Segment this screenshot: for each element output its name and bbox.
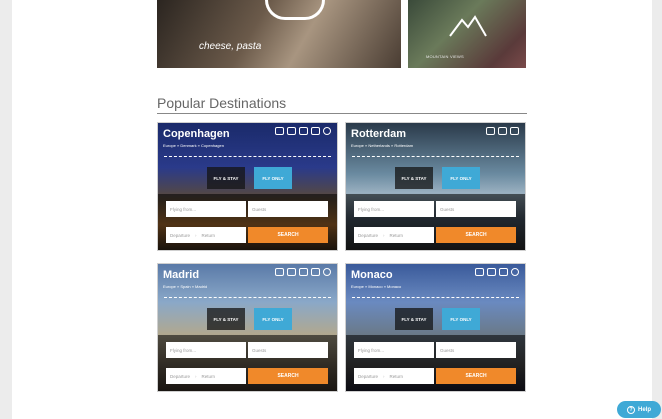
destination-card-rotterdam: Rotterdam Europe » Netherlands » Rotterd… [345,122,526,251]
mountain-icon [449,15,487,37]
plane-icon [475,268,484,276]
flying-from-input[interactable]: Flying from... [166,342,246,358]
mountain-banner[interactable]: MOUNTAIN VIEWS [408,0,526,68]
dates-field[interactable]: Departure › Return [166,227,246,243]
chevron-right-icon: › [383,373,385,379]
hotel-icon [287,268,296,276]
search-button[interactable]: SEARCH [436,368,516,384]
hotel-icon [487,268,496,276]
guests-input[interactable]: Guests [436,342,516,358]
destination-city[interactable]: Madrid [163,269,199,281]
dotted-divider [352,156,519,157]
departure-label: Departure [170,232,191,238]
destination-card-copenhagen: Copenhagen Europe » Denmark » Copenhagen… [157,122,338,251]
guests-input[interactable]: Guests [248,201,328,217]
weather-icon [323,127,331,135]
dates-field[interactable]: Departure › Return [354,227,434,243]
tab-fly-stay[interactable]: FLY & STAY [395,308,433,330]
guests-input[interactable]: Guests [248,342,328,358]
departure-label: Departure [170,373,191,379]
plane-icon [275,268,284,276]
tab-fly-only[interactable]: FLY ONLY [254,167,292,189]
search-button[interactable]: SEARCH [248,368,328,384]
mountain-banner-caption: MOUNTAIN VIEWS [426,54,464,59]
dates-field[interactable]: Departure › Return [166,368,246,384]
tab-fly-stay[interactable]: FLY & STAY [395,167,433,189]
tab-fly-only[interactable]: FLY ONLY [254,308,292,330]
dotted-divider [164,156,331,157]
search-button[interactable]: SEARCH [248,227,328,243]
plane-icon [486,127,495,135]
help-button[interactable]: ? Help [617,401,661,418]
destination-city[interactable]: Monaco [351,269,393,281]
return-label: Return [389,232,404,238]
food-banner-caption: cheese, pasta [199,41,262,52]
destination-breadcrumb: Europe » Spain » Madrid [163,284,208,289]
flying-from-input[interactable]: Flying from... [354,201,434,217]
dotted-divider [164,297,331,298]
chevron-right-icon: › [383,232,385,238]
tab-fly-stay[interactable]: FLY & STAY [207,308,245,330]
departure-label: Departure [358,232,379,238]
search-button[interactable]: SEARCH [436,227,516,243]
destination-card-madrid: Madrid Europe » Spain » Madrid FLY & STA… [157,263,338,392]
page: cheese, pasta MOUNTAIN VIEWS Popular Des… [12,0,652,419]
flying-from-input[interactable]: Flying from... [354,342,434,358]
city-icon [299,127,308,135]
weather-icon [511,268,519,276]
help-label: Help [637,406,651,413]
plane-icon [275,127,284,135]
destination-breadcrumb: Europe » Denmark » Copenhagen [163,143,224,148]
destination-breadcrumb: Europe » Netherlands » Rotterdam [351,143,414,148]
feature-icons [275,127,331,135]
hotel-icon [287,127,296,135]
weather-icon [323,268,331,276]
city-icon [510,127,519,135]
tab-fly-stay[interactable]: FLY & STAY [207,167,245,189]
section-title: Popular Destinations [157,95,287,111]
hotel-icon [498,127,507,135]
bag-icon [311,268,320,276]
destination-breadcrumb: Europe » Monaco » Monaco [351,284,402,289]
plate-icon [265,0,325,20]
flying-from-input[interactable]: Flying from... [166,201,246,217]
chevron-right-icon: › [195,232,197,238]
destination-city[interactable]: Rotterdam [351,128,406,140]
tab-fly-only[interactable]: FLY ONLY [442,308,480,330]
destination-card-monaco: Monaco Europe » Monaco » Monaco FLY & ST… [345,263,526,392]
city-icon [299,268,308,276]
departure-label: Departure [358,373,379,379]
feature-icons [275,268,331,276]
city-icon [499,268,508,276]
chevron-right-icon: › [195,373,197,379]
feature-icons [475,268,519,276]
section-divider [157,113,527,114]
return-label: Return [201,373,216,379]
bag-icon [311,127,320,135]
guests-input[interactable]: Guests [436,201,516,217]
food-banner[interactable]: cheese, pasta [157,0,401,68]
tab-fly-only[interactable]: FLY ONLY [442,167,480,189]
return-label: Return [201,232,216,238]
help-icon: ? [626,405,635,414]
feature-icons [486,127,519,135]
dotted-divider [352,297,519,298]
return-label: Return [389,373,404,379]
destination-city[interactable]: Copenhagen [163,128,230,140]
dates-field[interactable]: Departure › Return [354,368,434,384]
